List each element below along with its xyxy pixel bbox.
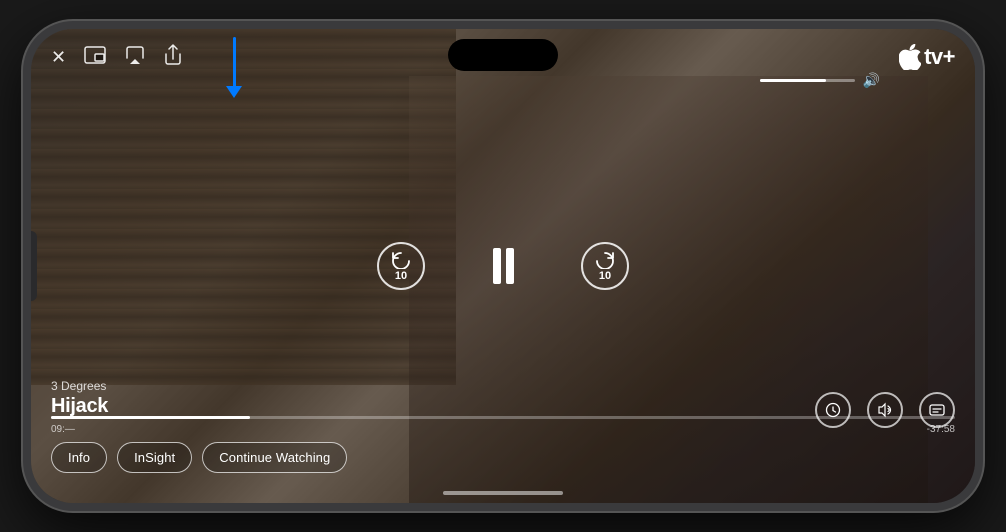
rewind-10-button[interactable]: 10 [377, 242, 425, 290]
progress-fill [51, 416, 250, 419]
picture-in-picture-button[interactable] [84, 46, 106, 67]
volume-icon: 🔊 [863, 72, 880, 89]
show-title: Hijack [51, 395, 108, 418]
appletv-logo: 🔊 tv+ [899, 44, 955, 70]
volume-fill [760, 79, 826, 82]
apple-logo-icon [899, 44, 921, 70]
pause-bar-left [493, 248, 501, 284]
pause-button[interactable] [485, 245, 521, 287]
show-info: 3 Degrees Hijack [51, 379, 108, 418]
pause-bar-right [506, 248, 514, 284]
forward-10-button[interactable]: 10 [581, 242, 629, 290]
rewind-label: 10 [395, 270, 407, 282]
forward-arrow-icon [594, 251, 616, 269]
dynamic-island [448, 39, 558, 71]
time-current: 09:— [51, 424, 75, 435]
bottom-buttons: Info InSight Continue Watching [51, 442, 347, 473]
airplay-indicator-arrow [226, 37, 242, 98]
arrow-shaft [233, 37, 236, 87]
volume-control: 🔊 [760, 72, 880, 89]
info-button[interactable]: Info [51, 442, 107, 473]
rewind-arrow-icon [390, 251, 412, 269]
phone-frame: ✕ [23, 21, 983, 511]
close-button[interactable]: ✕ [51, 48, 66, 66]
progress-container[interactable]: 09:— -37:58 [51, 416, 955, 435]
airplay-button[interactable] [124, 45, 146, 68]
share-button[interactable] [164, 44, 182, 69]
time-stamps: 09:— -37:58 [51, 424, 955, 435]
time-remaining: -37:58 [927, 424, 955, 435]
continue-watching-button[interactable]: Continue Watching [202, 442, 347, 473]
home-indicator [443, 491, 563, 495]
forward-label: 10 [599, 270, 611, 282]
progress-track [51, 416, 955, 419]
volume-track [760, 79, 855, 82]
appletv-brand: tv+ [899, 44, 955, 70]
appletv-text-label: tv+ [924, 44, 955, 70]
arrow-head [226, 86, 242, 98]
camera-bump [25, 231, 37, 301]
center-controls: 10 10 [377, 242, 629, 290]
top-left-controls: ✕ [51, 44, 182, 69]
show-subtitle: 3 Degrees [51, 379, 108, 393]
insight-button[interactable]: InSight [117, 442, 192, 473]
phone-container: ✕ [13, 11, 993, 521]
